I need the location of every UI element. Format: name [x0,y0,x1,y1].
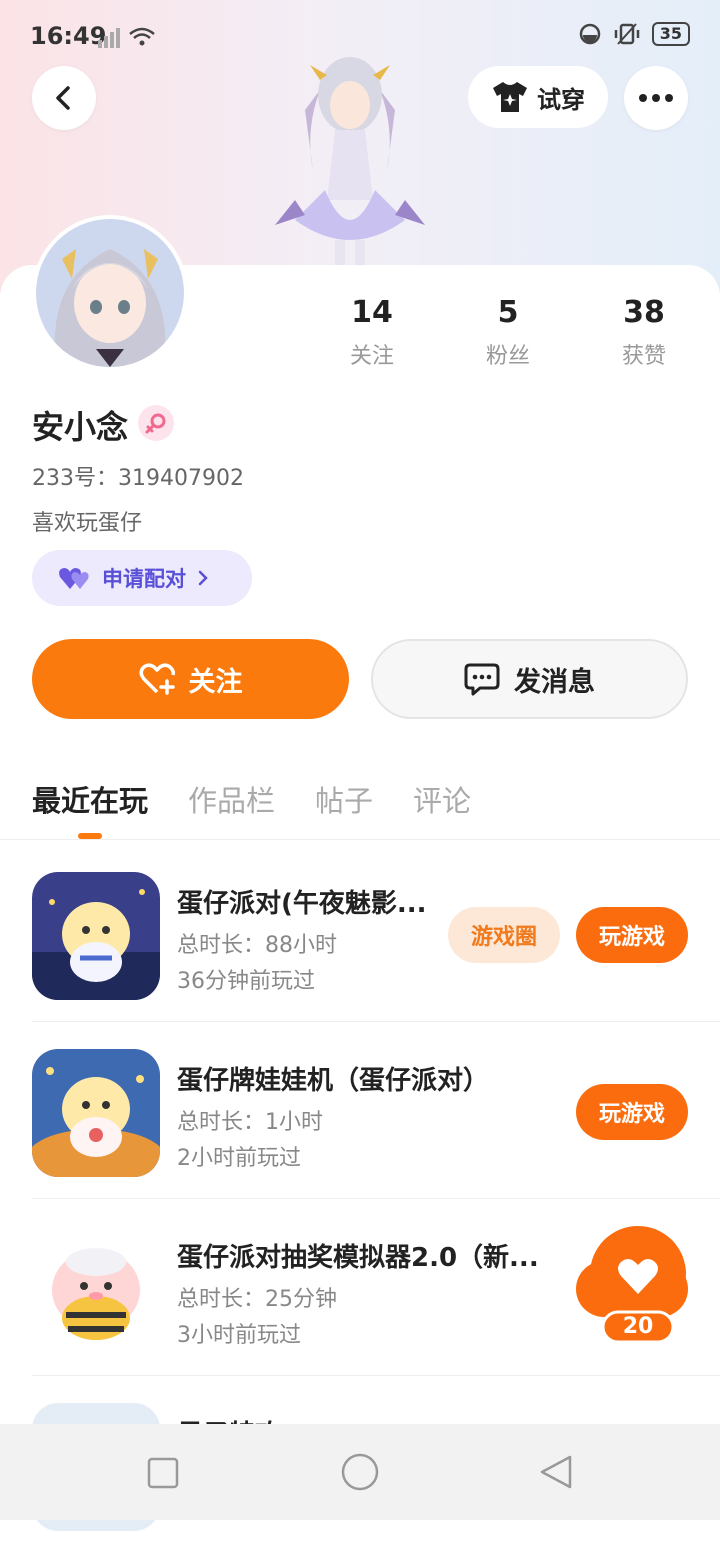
game-title: 蛋仔派对抽奖模拟器2.0（新... [177,1243,539,1273]
back-button[interactable] [32,66,96,130]
request-pair-label: 申请配对 [102,567,186,591]
game-icon [32,1226,160,1354]
system-nav-bar [0,1424,720,1520]
game-icon [32,872,160,1000]
status-time: 16:49 [30,22,107,50]
vibrate-icon [614,23,639,45]
user-bio: 喜欢玩蛋仔 [32,511,143,536]
back-nav-icon[interactable] [538,1454,574,1490]
chevron-left-icon [56,86,70,110]
game-icon [32,1049,160,1177]
game-last-played: 3小时前玩过 [177,1323,301,1348]
try-on-label: 试穿 [537,85,585,114]
try-on-button[interactable]: 试穿 [468,66,608,128]
favorite-count: 20 [622,1314,654,1339]
chat-bubble-icon [464,663,500,696]
follow-label: 关注 [188,666,243,698]
battery-indicator: 35 [651,22,690,46]
avatar[interactable] [32,215,188,371]
game-title: 蛋仔牌娃娃机（蛋仔派对） [177,1066,490,1096]
game-duration: 总时长：1小时 [177,1110,323,1135]
follow-button[interactable]: 关注 [32,639,349,719]
tab-works[interactable]: 作品栏 [188,778,275,820]
game-duration: 总时长：25分钟 [177,1287,337,1312]
play-game-button[interactable]: 玩游戏 [576,1084,688,1140]
more-dots-icon [639,94,673,102]
tab-recently-played[interactable]: 最近在玩 [32,778,148,820]
stat-likes-label: 获赞 [621,344,666,369]
game-last-played: 2小时前玩过 [177,1146,301,1171]
send-message-button[interactable]: 发消息 [371,639,688,719]
stat-following-label: 关注 [349,344,394,369]
avatar-character-figure [275,57,425,270]
stat-fans[interactable]: 5 粉丝 [448,295,568,370]
game-circle-button[interactable]: 游戏圈 [448,907,560,963]
more-button[interactable] [624,66,688,130]
play-game-button[interactable]: 玩游戏 [576,907,688,963]
tab-comments[interactable]: 评论 [413,778,471,820]
stat-likes[interactable]: 38 获赞 [584,295,704,370]
game-list-item[interactable]: 蛋仔派对(午夜魅影... 总时长：88小时 36分钟前玩过 游戏圈 玩游戏 [0,845,720,1022]
stat-fans-label: 粉丝 [485,344,530,369]
recent-apps-icon[interactable] [146,1456,180,1490]
signal-wifi-icons [96,24,156,54]
double-heart-icon [59,568,89,589]
tab-posts[interactable]: 帖子 [315,778,373,820]
request-pair-button[interactable]: 申请配对 [32,550,252,606]
stat-likes-count: 38 [623,295,665,330]
tab-divider [0,839,720,840]
favorite-float-button[interactable]: 20 [588,1226,688,1346]
user-id: 233号：319407902 [32,466,244,491]
stat-fans-count: 5 [497,295,519,330]
shirt-icon [493,82,527,112]
game-title: 蛋仔派对(午夜魅影... [177,889,427,919]
chevron-right-icon [198,570,208,586]
game-last-played: 36分钟前玩过 [177,969,315,994]
data-saver-icon [579,23,600,45]
user-name: 安小念 [32,408,129,446]
stat-following[interactable]: 14 关注 [312,295,432,370]
female-icon [138,405,174,441]
stat-following-count: 14 [351,295,393,330]
send-message-label: 发消息 [514,666,595,698]
avatar-image [36,219,184,367]
game-list-item[interactable]: 蛋仔牌娃娃机（蛋仔派对） 总时长：1小时 2小时前玩过 玩游戏 [0,1022,720,1199]
home-icon[interactable] [340,1452,380,1492]
heart-plus-icon [139,663,175,695]
game-duration: 总时长：88小时 [177,933,337,958]
